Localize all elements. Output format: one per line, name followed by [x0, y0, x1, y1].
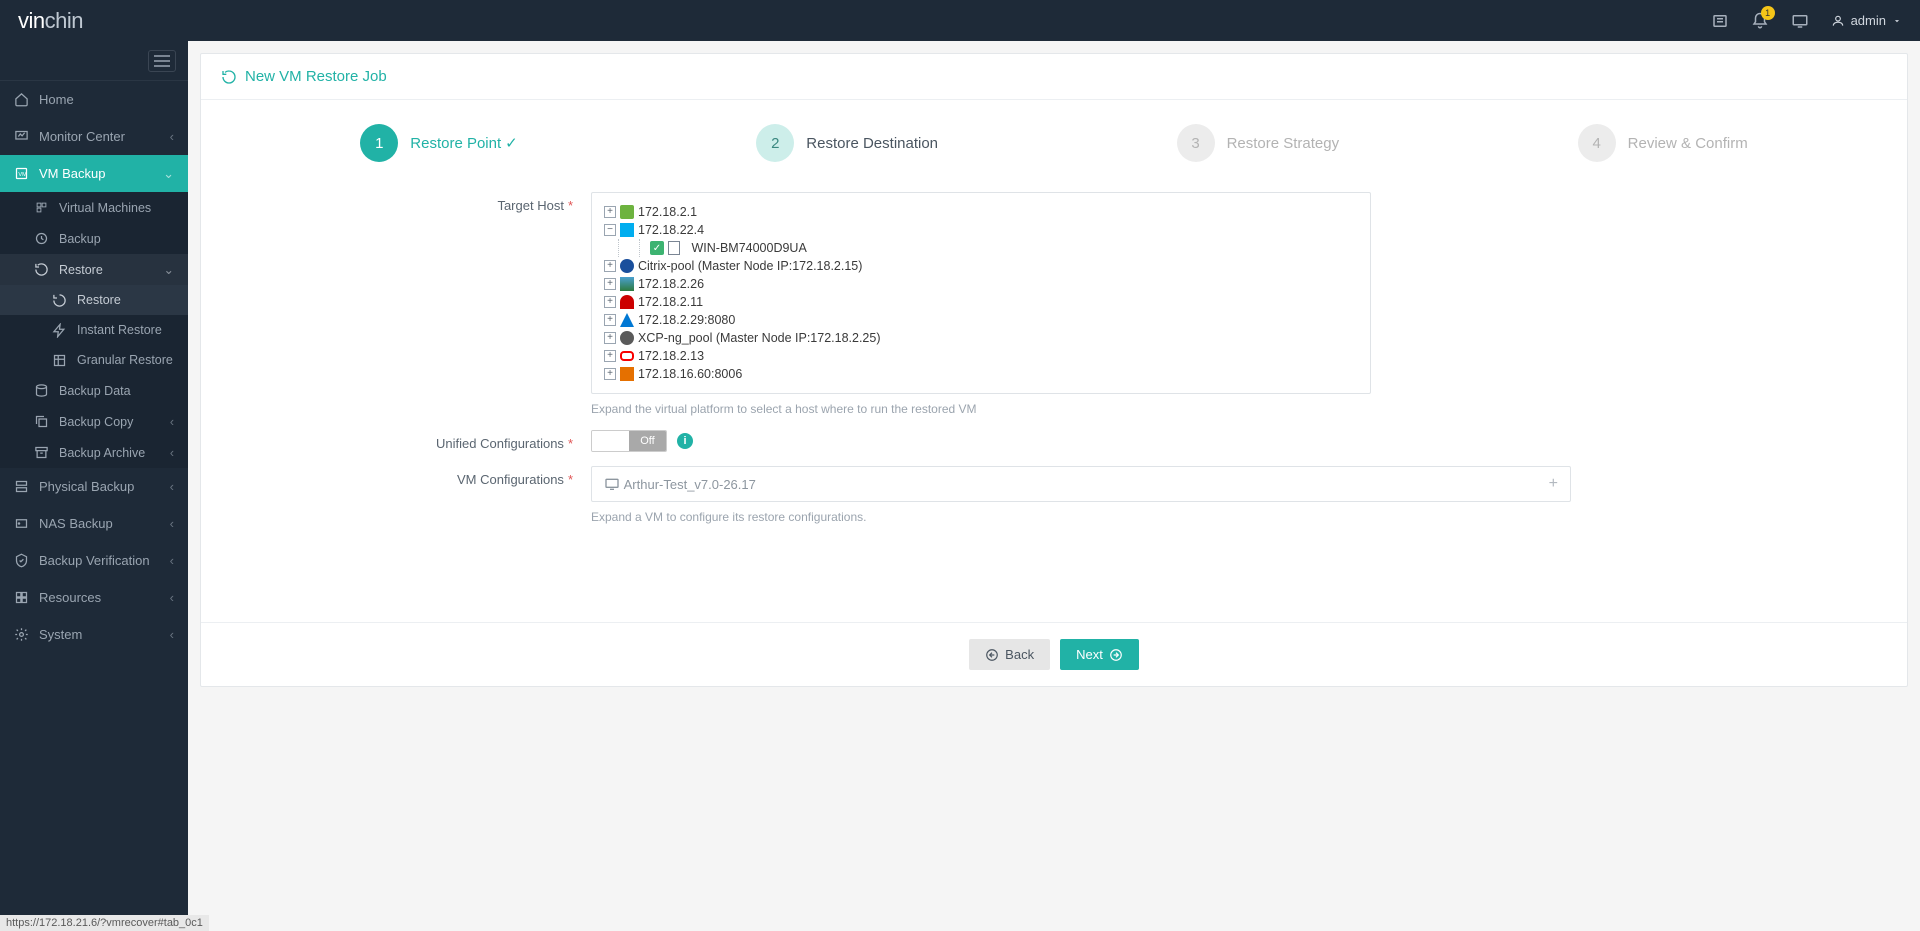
- top-bar: vinchin 1 admin: [0, 0, 1920, 41]
- expand-icon[interactable]: +: [604, 350, 616, 362]
- step-restore-strategy[interactable]: 3 Restore Strategy: [1177, 124, 1340, 162]
- vm-icon: [604, 476, 620, 492]
- username-label: admin: [1851, 13, 1886, 28]
- chevron-left-icon: ‹: [170, 627, 174, 642]
- tree-node[interactable]: −172.18.22.4: [604, 221, 1358, 239]
- user-menu[interactable]: admin: [1831, 13, 1902, 28]
- chevron-left-icon: ‹: [170, 590, 174, 605]
- tree-node[interactable]: +172.18.16.60:8006: [604, 365, 1358, 383]
- tree-node[interactable]: +172.18.2.26: [604, 275, 1358, 293]
- nav-resources[interactable]: Resources ‹: [0, 579, 188, 616]
- chevron-down-icon: ⌄: [163, 166, 174, 182]
- chevron-down-icon: ⌄: [164, 262, 174, 277]
- nav-monitor[interactable]: Monitor Center ‹: [0, 118, 188, 155]
- azure-icon: [620, 313, 634, 327]
- target-host-label: Target Host*: [241, 192, 591, 416]
- windows-icon: [620, 223, 634, 237]
- expand-icon[interactable]: +: [604, 332, 616, 344]
- chevron-left-icon: ‹: [170, 446, 174, 460]
- status-bar-url: https://172.18.21.6/?vmrecover#tab_0c1: [0, 915, 209, 931]
- sangfor-icon: [620, 277, 634, 291]
- nav-physical-backup[interactable]: Physical Backup ‹: [0, 468, 188, 505]
- redhat-icon: [620, 295, 634, 309]
- nav-system[interactable]: System ‹: [0, 616, 188, 653]
- oracle-icon: [620, 351, 634, 361]
- checked-icon: ✓: [650, 241, 664, 255]
- chevron-left-icon: ‹: [170, 516, 174, 531]
- nav-backup-verification[interactable]: Backup Verification ‹: [0, 542, 188, 579]
- nav-virtual-machines[interactable]: Virtual Machines: [0, 192, 188, 223]
- arrow-right-icon: [1109, 648, 1123, 662]
- expand-icon[interactable]: +: [604, 206, 616, 218]
- check-icon: ✓: [505, 135, 518, 152]
- expand-icon[interactable]: +: [604, 368, 616, 380]
- brand-logo: vinchin: [18, 8, 83, 34]
- citrix-icon: [620, 259, 634, 273]
- nav-backup[interactable]: Backup: [0, 223, 188, 254]
- jobs-icon[interactable]: [1711, 12, 1729, 30]
- vm-config-row[interactable]: Arthur-Test_v7.0-26.17 +: [591, 466, 1571, 502]
- expand-icon[interactable]: +: [604, 260, 616, 272]
- vm-config-label: VM Configurations*: [241, 466, 591, 524]
- nav-backup-data[interactable]: Backup Data: [0, 375, 188, 406]
- restore-icon: [221, 69, 237, 85]
- sidebar: Home Monitor Center ‹ VM VM Backup ⌄ Vir…: [0, 41, 188, 931]
- proxmox-icon: [620, 367, 634, 381]
- next-button[interactable]: Next: [1060, 639, 1139, 670]
- vm-config-name: Arthur-Test_v7.0-26.17: [624, 477, 756, 492]
- step-restore-destination[interactable]: 2 Restore Destination: [756, 124, 938, 162]
- target-host-tree: +172.18.2.1 −172.18.22.4 ✓ WIN-BM74000D9…: [591, 192, 1371, 394]
- tree-node[interactable]: +172.18.2.1: [604, 203, 1358, 221]
- svg-text:VM: VM: [18, 172, 27, 178]
- expand-icon[interactable]: +: [604, 296, 616, 308]
- expand-vm-icon[interactable]: +: [1549, 475, 1558, 493]
- chevron-left-icon: ‹: [170, 479, 174, 494]
- step-restore-point[interactable]: 1 Restore Point✓: [360, 124, 517, 162]
- notification-bell-icon[interactable]: 1: [1751, 12, 1769, 30]
- nav-instant-restore[interactable]: Instant Restore: [0, 315, 188, 345]
- unified-config-label: Unified Configurations*: [241, 430, 591, 452]
- xcp-icon: [620, 331, 634, 345]
- info-icon[interactable]: i: [677, 433, 693, 449]
- expand-icon[interactable]: +: [604, 314, 616, 326]
- tree-node-selected[interactable]: ✓ WIN-BM74000D9UA: [650, 239, 1358, 257]
- chevron-left-icon: ‹: [170, 553, 174, 568]
- target-host-hint: Expand the virtual platform to select a …: [591, 402, 1371, 416]
- tree-node[interactable]: +172.18.2.11: [604, 293, 1358, 311]
- tree-node[interactable]: +172.18.2.29:8080: [604, 311, 1358, 329]
- screen-icon[interactable]: [1791, 12, 1809, 30]
- nav-vmbackup[interactable]: VM VM Backup ⌄: [0, 155, 188, 192]
- collapse-icon[interactable]: −: [604, 224, 616, 236]
- back-button[interactable]: Back: [969, 639, 1050, 670]
- unified-config-toggle[interactable]: Off: [591, 430, 667, 452]
- sidebar-collapse[interactable]: [0, 41, 188, 81]
- host-icon: [668, 241, 680, 255]
- tree-node[interactable]: +Citrix-pool (Master Node IP:172.18.2.15…: [604, 257, 1358, 275]
- wizard-footer: Back Next: [201, 622, 1907, 686]
- nav-backup-copy[interactable]: Backup Copy ‹: [0, 406, 188, 437]
- main-card: New VM Restore Job 1 Restore Point✓ 2 Re…: [200, 53, 1908, 687]
- vmware-icon: [620, 205, 634, 219]
- notification-badge: 1: [1761, 6, 1775, 20]
- nav-granular-restore[interactable]: Granular Restore: [0, 345, 188, 375]
- arrow-left-icon: [985, 648, 999, 662]
- tree-node[interactable]: +172.18.2.13: [604, 347, 1358, 365]
- vm-config-hint: Expand a VM to configure its restore con…: [591, 510, 1571, 524]
- wizard-steps: 1 Restore Point✓ 2 Restore Destination 3…: [201, 100, 1907, 182]
- nav-backup-archive[interactable]: Backup Archive ‹: [0, 437, 188, 468]
- chevron-left-icon: ‹: [170, 129, 174, 144]
- page-title: New VM Restore Job: [201, 54, 1907, 100]
- nav-restore-sub[interactable]: Restore: [0, 285, 188, 315]
- expand-icon[interactable]: +: [604, 278, 616, 290]
- hamburger-icon: [148, 50, 176, 72]
- nav-restore[interactable]: Restore ⌄: [0, 254, 188, 285]
- tree-node[interactable]: +XCP-ng_pool (Master Node IP:172.18.2.25…: [604, 329, 1358, 347]
- nav-nas-backup[interactable]: NAS Backup ‹: [0, 505, 188, 542]
- nav-home[interactable]: Home: [0, 81, 188, 118]
- chevron-left-icon: ‹: [170, 415, 174, 429]
- step-review-confirm[interactable]: 4 Review & Confirm: [1578, 124, 1748, 162]
